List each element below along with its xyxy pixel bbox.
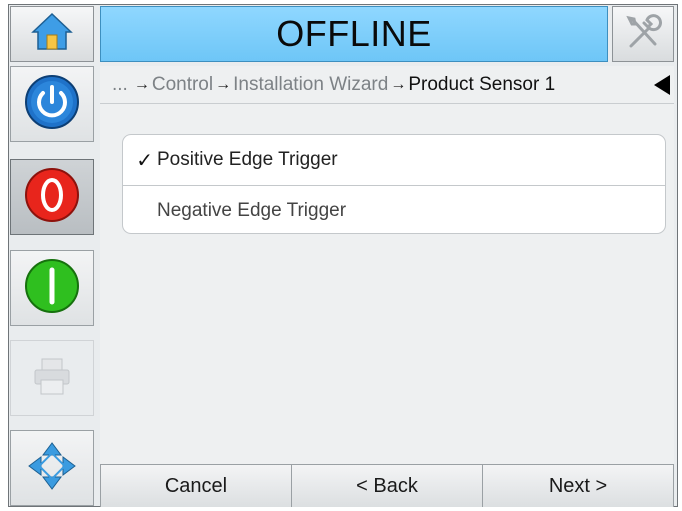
start-button[interactable] <box>10 250 94 326</box>
navigate-icon <box>26 440 78 497</box>
breadcrumb-separator: → <box>390 75 407 93</box>
breadcrumb-item-current: Product Sensor 1 <box>408 73 556 95</box>
status-text: OFFLINE <box>276 13 432 54</box>
stop-icon <box>24 167 80 228</box>
start-icon <box>24 258 80 319</box>
option-label: Positive Edge Trigger <box>157 149 338 170</box>
option-label: Negative Edge Trigger <box>157 199 347 221</box>
tools-button[interactable] <box>612 6 674 62</box>
tools-icon <box>623 12 663 57</box>
collapse-arrow-icon[interactable] <box>654 75 670 95</box>
home-icon <box>31 11 73 58</box>
home-button[interactable] <box>10 6 94 62</box>
trigger-option-list: ✓ Positive Edge Trigger Negative Edge Tr… <box>122 134 666 234</box>
power-button[interactable] <box>10 66 94 142</box>
breadcrumb-ellipsis[interactable]: ... <box>112 74 128 96</box>
back-button[interactable]: < Back <box>292 464 483 507</box>
option-negative-edge-trigger[interactable]: Negative Edge Trigger <box>123 185 665 233</box>
breadcrumb-item-installation-wizard[interactable]: Installation Wizard <box>233 74 388 96</box>
next-button[interactable]: Next > <box>483 464 674 507</box>
footer-bar: Cancel < Back Next > <box>100 464 674 507</box>
breadcrumb-separator: → <box>215 75 232 93</box>
breadcrumb-separator: → <box>133 75 150 93</box>
stop-button[interactable] <box>10 159 94 235</box>
status-banner: OFFLINE <box>100 6 608 62</box>
power-icon <box>24 74 80 135</box>
printer-button[interactable] <box>10 340 94 416</box>
cancel-button[interactable]: Cancel <box>100 464 292 507</box>
printer-icon <box>30 354 74 403</box>
breadcrumb: ... → Control → Installation Wizard → Pr… <box>100 66 674 104</box>
option-positive-edge-trigger[interactable]: ✓ Positive Edge Trigger <box>123 135 665 185</box>
navigate-button[interactable] <box>10 430 94 506</box>
checkmark-icon: ✓ <box>136 149 153 172</box>
breadcrumb-item-control[interactable]: Control <box>152 74 213 96</box>
main-content: ✓ Positive Edge Trigger Negative Edge Tr… <box>100 104 674 464</box>
